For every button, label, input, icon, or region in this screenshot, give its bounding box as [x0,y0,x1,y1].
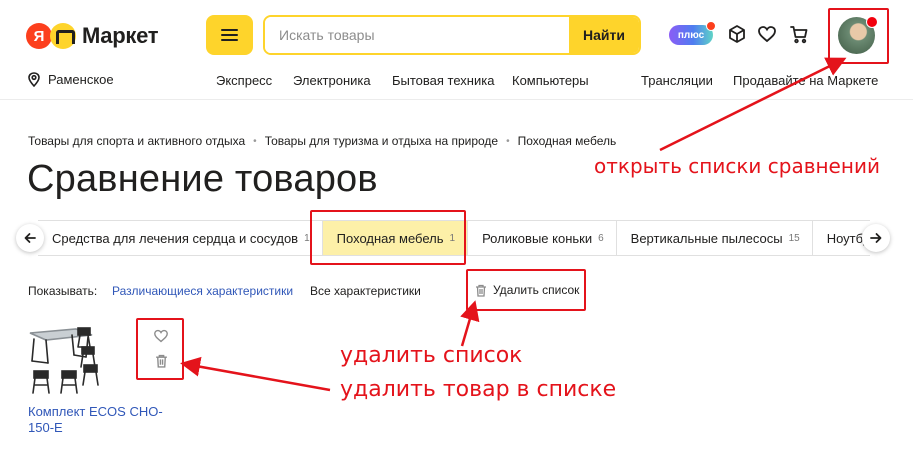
annotation-box-product-actions [136,318,184,380]
product-image[interactable] [26,325,104,397]
tab-count: 1 [304,232,310,244]
breadcrumb-item[interactable]: Походная мебель [518,134,617,148]
nav-link-electronics[interactable]: Электроника [293,73,371,88]
search-input[interactable] [265,17,569,53]
logo-ya-circle: Я [26,23,52,49]
hamburger-icon-line [221,34,238,36]
annotation-arrow-delete-list [460,300,480,347]
yandex-market-logo[interactable]: Я Маркет [26,21,159,51]
region-selector[interactable]: Раменское [28,72,114,87]
annotation-text-delete-list: удалить список [340,343,523,368]
breadcrumb: Товары для спорта и активного отдыха • Т… [28,134,616,148]
search-bar: Найти [263,15,641,55]
nav-link-express[interactable]: Экспресс [216,73,272,88]
arrow-left-icon [24,233,36,243]
favorites-heart-icon[interactable] [756,23,778,45]
tab-vertical-vacuums[interactable]: Вертикальные пылесосы 15 [617,221,813,255]
tab-label: Вертикальные пылесосы [630,230,783,246]
breadcrumb-separator: • [506,135,510,147]
logo-text: Маркет [82,23,159,48]
header: Я Маркет Найти плюс Раменское Экспресс Э… [0,0,913,100]
tab-label: Роликовые коньки [482,230,593,246]
tab-heart-medication[interactable]: Средства для лечения сердца и сосудов 1 [38,221,323,255]
carousel-prev-button[interactable] [16,224,44,252]
hamburger-icon [221,29,238,31]
annotation-box-active-tab [310,210,466,265]
filter-different-characteristics[interactable]: Различающиеся характеристики [112,284,293,298]
show-label: Показывать: [28,284,98,298]
location-pin-icon [28,72,40,87]
catalog-menu-button[interactable] [206,15,253,55]
annotation-box-avatar [828,8,889,64]
product-name-link[interactable]: Комплект ECOS CHO-150-E [28,404,168,436]
breadcrumb-item[interactable]: Товары для туризма и отдыха на природе [265,134,498,148]
tab-count: 15 [788,232,800,244]
logo-m-circle [50,23,76,49]
nav-link-computers[interactable]: Компьютеры [512,73,589,88]
filter-all-characteristics[interactable]: Все характеристики [310,284,421,298]
carousel-next-button[interactable] [862,224,890,252]
arrow-right-icon [870,233,882,243]
hamburger-icon-line [221,39,238,41]
nav-link-appliances[interactable]: Бытовая техника [392,73,494,88]
annotation-text-delete-item: удалить товар в списке [340,377,617,402]
breadcrumb-item[interactable]: Товары для спорта и активного отдыха [28,134,245,148]
nav-link-sell-on-market[interactable]: Продавайте на Маркете [733,73,878,88]
nav-link-broadcasts[interactable]: Трансляции [641,73,713,88]
orders-box-icon[interactable] [726,23,748,45]
breadcrumb-separator: • [253,135,257,147]
annotation-box-delete-list [466,269,586,311]
cart-icon[interactable] [788,23,810,45]
tab-label: Средства для лечения сердца и сосудов [52,230,299,246]
search-button[interactable]: Найти [569,17,639,53]
region-name: Раменское [48,72,114,87]
tab-roller-skates[interactable]: Роликовые коньки 6 [468,221,617,255]
tab-count: 6 [598,232,604,244]
annotation-arrow-delete-item [180,356,331,392]
annotation-text-open-lists: открыть списки сравнений [594,154,880,178]
page-title: Сравнение товаров [27,158,378,200]
plus-badge[interactable]: плюс [669,21,716,45]
